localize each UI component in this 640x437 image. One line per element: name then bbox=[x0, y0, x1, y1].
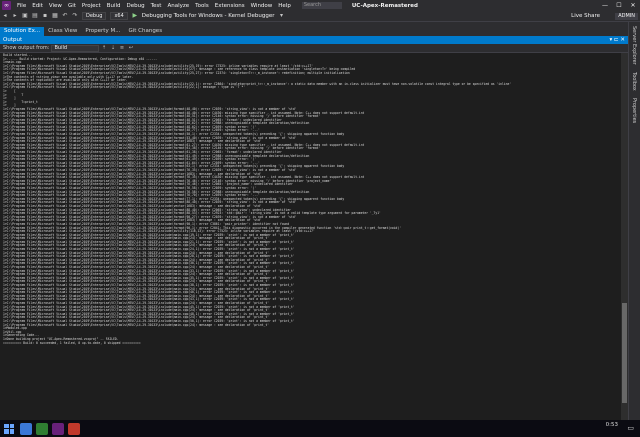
next-message-icon[interactable]: ⇣ bbox=[109, 45, 116, 51]
maximize-icon[interactable]: ☐ bbox=[612, 0, 626, 11]
output-text[interactable]: Build started... 1>------ Build started: … bbox=[0, 53, 621, 420]
tab-property-manager[interactable]: Property M... bbox=[81, 27, 124, 36]
panel-dropdown-icon[interactable]: ▾ bbox=[610, 37, 613, 43]
dropdown-chevron-icon[interactable]: ▾ bbox=[278, 12, 286, 20]
tab-solution-explorer[interactable]: Solution Ex... bbox=[0, 27, 45, 36]
windows-start-icon[interactable] bbox=[4, 423, 14, 434]
menu-file[interactable]: File bbox=[14, 3, 29, 9]
taskbar: 0:53 ▭ bbox=[0, 420, 640, 437]
menu-tools[interactable]: Tools bbox=[192, 3, 212, 9]
clock-time: 0:53 bbox=[605, 422, 618, 428]
menu-help[interactable]: Help bbox=[275, 3, 294, 9]
find-message-icon[interactable]: ⇡ bbox=[100, 45, 107, 51]
admin-badge: ADMIN bbox=[615, 13, 638, 20]
notification-icon[interactable]: ▭ bbox=[627, 424, 634, 432]
menu-build[interactable]: Build bbox=[104, 3, 124, 9]
live-share-button[interactable]: Live Share bbox=[571, 13, 600, 19]
tab-git-changes[interactable]: Git Changes bbox=[124, 27, 166, 36]
platform-select[interactable]: x64 bbox=[110, 12, 128, 20]
pin-icon[interactable]: ⊏ bbox=[614, 37, 619, 43]
tool-window-tabs: Solution Ex... Class View Property M... … bbox=[0, 22, 628, 36]
output-source-select[interactable]: Build bbox=[51, 44, 100, 52]
save-icon[interactable]: ▪ bbox=[41, 12, 49, 20]
menu-extensions[interactable]: Extensions bbox=[212, 3, 248, 9]
debugger-target-button[interactable]: Debugging Tools for Windows - Kernel Deb… bbox=[142, 13, 275, 19]
configuration-select[interactable]: Debug bbox=[82, 12, 107, 20]
title-bar: ∞ File Edit View Git Project Build Debug… bbox=[0, 0, 640, 11]
menu-edit[interactable]: Edit bbox=[29, 3, 46, 9]
menu-test[interactable]: Test bbox=[148, 3, 165, 9]
output-panel-title: Output bbox=[3, 37, 23, 43]
menu-view[interactable]: View bbox=[46, 3, 65, 9]
app-icon[interactable] bbox=[36, 422, 48, 435]
output-panel-header: Output ▾ ⊏ ✕ bbox=[0, 36, 628, 44]
search-box[interactable]: Search bbox=[301, 2, 342, 9]
open-icon[interactable]: ▤ bbox=[31, 12, 39, 20]
play-icon[interactable]: ▶ bbox=[131, 12, 139, 20]
clear-all-icon[interactable]: ≡ bbox=[118, 45, 125, 51]
minimize-icon[interactable]: — bbox=[598, 0, 612, 11]
visual-studio-logo-icon: ∞ bbox=[2, 1, 11, 10]
file-explorer-icon[interactable] bbox=[20, 422, 32, 435]
tab-toolbox[interactable]: Toolbox bbox=[631, 72, 637, 91]
menu-project[interactable]: Project bbox=[79, 3, 104, 9]
visual-studio-taskbar-icon[interactable] bbox=[52, 422, 64, 435]
forward-icon[interactable]: ▸ bbox=[11, 12, 19, 20]
window-controls: — ☐ ✕ bbox=[598, 0, 640, 11]
menu-analyze[interactable]: Analyze bbox=[164, 3, 192, 9]
output-panel: Output ▾ ⊏ ✕ Show output from: Build ⇡ ⇣… bbox=[0, 36, 628, 420]
browser-icon[interactable] bbox=[68, 422, 80, 435]
new-item-icon[interactable]: ▣ bbox=[21, 12, 29, 20]
redo-icon[interactable]: ↷ bbox=[71, 12, 79, 20]
menu-git[interactable]: Git bbox=[65, 3, 79, 9]
scrollbar-thumb[interactable] bbox=[622, 303, 627, 403]
menu-debug[interactable]: Debug bbox=[124, 3, 148, 9]
toolbar: ◂ ▸ ▣ ▤ ▪ ▦ ↶ ↷ Debug x64 ▶ Debugging To… bbox=[0, 11, 640, 22]
panel-header-buttons: ▾ ⊏ ✕ bbox=[610, 36, 625, 44]
panel-close-icon[interactable]: ✕ bbox=[620, 37, 625, 43]
save-all-icon[interactable]: ▦ bbox=[51, 12, 59, 20]
back-icon[interactable]: ◂ bbox=[1, 12, 9, 20]
output-panel-toolbar: Show output from: Build ⇡ ⇣ ≡ ↩ bbox=[0, 44, 628, 53]
tab-properties[interactable]: Properties bbox=[631, 98, 637, 123]
close-icon[interactable]: ✕ bbox=[626, 0, 640, 11]
window-title: UC-Apex-Remastered bbox=[351, 2, 418, 9]
show-output-from-label: Show output from: bbox=[3, 45, 50, 51]
undo-icon[interactable]: ↶ bbox=[61, 12, 69, 20]
tab-server-explorer[interactable]: Server Explorer bbox=[631, 26, 637, 65]
clock[interactable]: 0:53 bbox=[606, 422, 618, 429]
word-wrap-icon[interactable]: ↩ bbox=[127, 45, 134, 51]
menu-window[interactable]: Window bbox=[248, 3, 276, 9]
tab-class-view[interactable]: Class View bbox=[44, 27, 81, 36]
output-line: ========== Build: 0 succeeded, 1 failed,… bbox=[3, 340, 141, 345]
vertical-scrollbar[interactable] bbox=[621, 53, 628, 420]
right-dock-strip: Server Explorer Toolbox Properties bbox=[628, 22, 640, 420]
